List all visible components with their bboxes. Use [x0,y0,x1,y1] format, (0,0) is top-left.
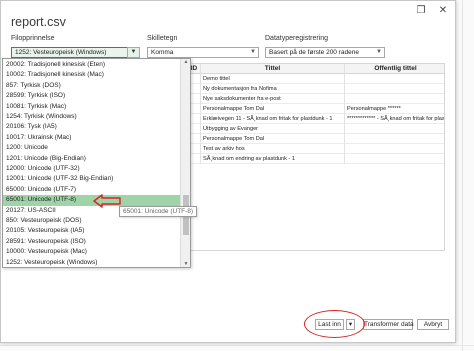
origin-label: Filopprinnelse [11,35,55,42]
restore-icon[interactable]: ❐ [415,5,427,16]
table-cell: Utbygging av Evanger [201,124,345,134]
transform-data-label: Transformer data [364,321,414,328]
table-row: Utbygging av Evanger [188,124,444,134]
table-cell: Ny dokumentasjon fra Nofima [201,84,345,94]
cancel-button[interactable]: Avbryt [417,319,449,330]
origin-select[interactable]: 1252: Vesteuropeisk (Windows) [11,47,128,58]
encoding-option[interactable]: 1201: Unicode (Big-Endian) [3,154,181,164]
encoding-option[interactable]: 28599: Tyrkisk (ISO) [3,91,181,101]
encoding-option[interactable]: 28591: Vesteuropeisk (ISO) [3,237,181,247]
table-cell: Demo tittel [201,74,345,84]
encoding-option[interactable]: 10017: Ukrainsk (Mac) [3,133,181,143]
encoding-option[interactable]: 12000: Unicode (UTF-32) [3,164,181,174]
table-cell: Personalmappe Tom Dal [201,134,345,144]
encoding-tooltip: 65001: Unicode (UTF-8) [119,206,198,217]
chevron-down-icon: ▼ [130,49,137,55]
encoding-option[interactable]: 850: Vesteuropeisk (DOS) [3,216,181,226]
encoding-option[interactable]: 12001: Unicode (UTF-32 Big-Endian) [3,174,181,184]
table-cell: SÃ¸knad om endring av plastdunk - 1 [201,154,345,164]
grid-line [462,0,463,351]
chevron-down-icon: ▼ [250,49,256,55]
table-row: Erklæivegen 11 - SÃ¸knad om fritak for p… [188,114,445,124]
table-cell: Nye saksdokumenter fra e-post [201,94,345,104]
detection-select[interactable]: Basert på de første 200 radene ▼ [265,47,385,58]
red-circle-annotation [304,310,365,338]
detection-select-value: Basert på de første 200 radene [269,49,359,56]
encoding-option[interactable]: 10081: Tyrkisk (Mac) [3,102,181,112]
table-cell: Personalmappe Tom Dal [201,104,345,114]
encoding-option[interactable]: 1254: Tyrkisk (Windows) [3,112,181,122]
table-cell: Personalmappe ****** [347,106,401,112]
encoding-option[interactable]: 20106: Tysk (IA5) [3,122,181,132]
origin-dropdown-button[interactable]: ▼ [127,47,140,58]
table-cell [345,94,444,104]
grid-line [0,345,474,346]
cancel-label: Avbryt [423,321,443,328]
detection-label: Datatyperegistrering [265,35,329,42]
transform-data-button[interactable]: Transformer data [363,319,414,330]
encoding-dropdown-list[interactable]: 20002: Tradisjonell kinesisk (Eten) 10002… [2,58,191,268]
table-cell [345,84,444,94]
table-cell [345,74,444,84]
scroll-down-icon[interactable]: ▼ [181,261,190,267]
table-row: Nye saksdokumenter fra e-post [188,94,444,104]
delimiter-select-value: Komma [151,49,174,56]
encoding-option[interactable]: 857: Tyrkisk (DOS) [3,81,181,91]
table-row: Personalmappe Tom Dal [188,134,444,144]
encoding-option[interactable]: 1252: Vesteuropeisk (Windows) [3,258,181,267]
table-cell [345,134,444,144]
delimiter-label: Skilletegn [147,35,178,42]
column-header-title[interactable]: Tittel [201,64,345,74]
table-cell: ************* - SÃ¸knad om fritak for pl… [347,116,445,122]
origin-select-value: 1252: Vesteuropeisk (Windows) [15,49,107,56]
encoding-option[interactable]: 1200: Unicode [3,143,181,153]
encoding-option[interactable]: 10000: Vesteuropeisk (Mac) [3,247,181,257]
red-arrow-annotation-icon [93,194,121,208]
dialog-title: report.csv [11,15,66,29]
table-row: Ny dokumentasjon fra Nofima [188,84,444,94]
encoding-option[interactable]: 20002: Tradisjonell kinesisk (Eten) [3,60,181,70]
table-cell [345,124,444,134]
preview-table: ID Tittel Offentlig tittel Demo tittel Ny… [187,63,445,251]
dropdown-scrollbar[interactable]: ▲ ▼ [180,59,190,267]
table-row: Personalmappe Tom Dal Personalmappe *****… [188,104,444,114]
encoding-option[interactable]: 20105: Vesteuropeisk (IA5) [3,226,181,236]
table-row: SÃ¸knad om endring av plastdunk - 1 [188,154,444,164]
encoding-option[interactable]: 10002: Tradisjonell kinesisk (Mac) [3,70,181,80]
chevron-down-icon: ▼ [376,49,382,55]
delimiter-select[interactable]: Komma ▼ [147,47,259,58]
column-header-public-title[interactable]: Offentlig tittel [345,64,444,74]
table-row: Test av arkiv hos [188,144,444,154]
table-cell: Test av arkiv hos [201,144,345,154]
import-dialog: report.csv ❐ ✕ Filopprinnelse Skilletegn… [0,0,456,343]
table-cell [345,144,444,154]
scroll-up-icon[interactable]: ▲ [181,59,190,65]
table-cell [345,154,444,164]
table-row: Demo tittel [188,74,444,84]
table-cell: Erklæivegen 11 - SÃ¸knad om fritak for p… [201,114,345,124]
close-icon[interactable]: ✕ [437,5,449,16]
